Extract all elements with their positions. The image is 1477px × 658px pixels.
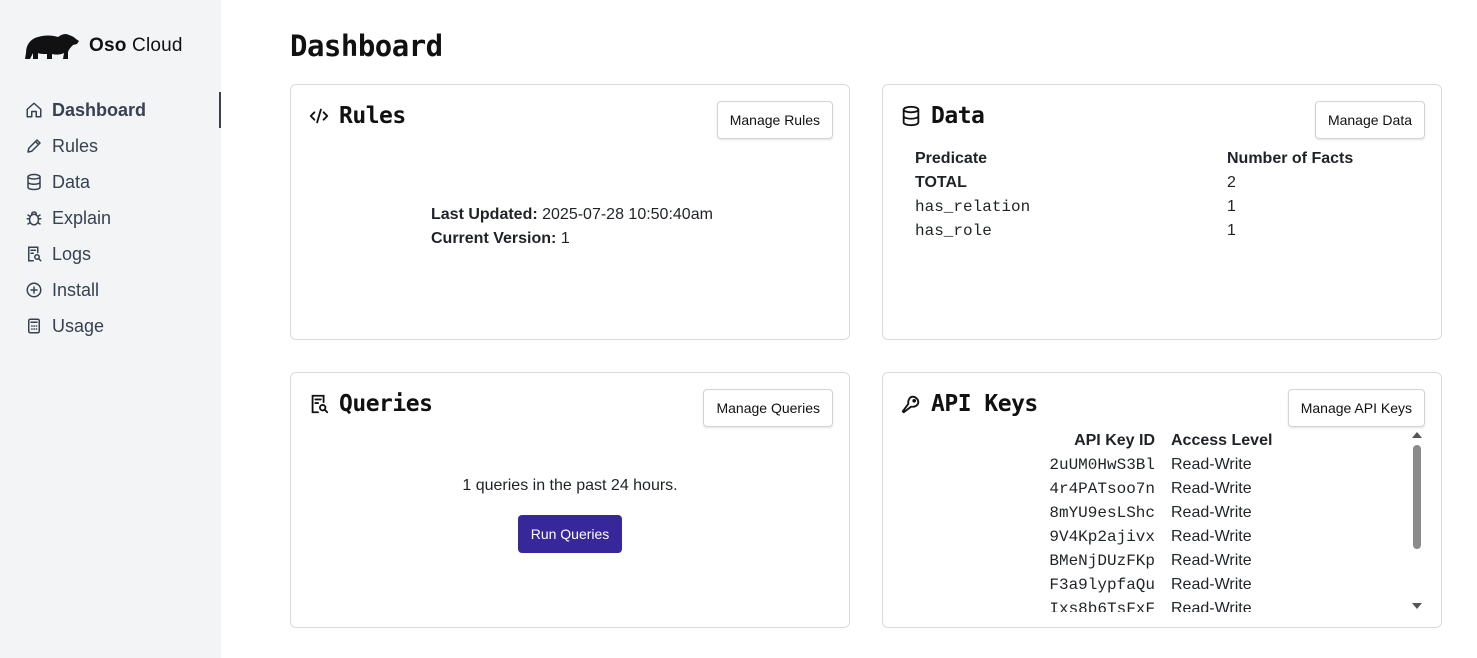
queries-card-title: Queries: [308, 391, 433, 417]
manage-queries-button[interactable]: Manage Queries: [703, 389, 833, 427]
facts-table: Predicate Number of Facts TOTAL 2 has_re…: [915, 147, 1435, 243]
sidebar-item-label: Logs: [52, 243, 92, 264]
access-level-cell: Read-Write: [1171, 456, 1252, 473]
data-card-title: Data: [900, 103, 985, 129]
queries-card: Queries Manage Queries 1 queries in the …: [290, 372, 850, 628]
sidebar-item-logs[interactable]: Logs: [0, 236, 221, 272]
key-id-cell: 8mYU9esLShc: [1049, 504, 1155, 522]
log-search-icon: [311, 394, 329, 414]
last-updated: Last Updated: 2025-07-28 10:50:40am: [431, 206, 713, 223]
table-row: 8mYU9esLShc Read-Write: [899, 501, 1409, 525]
count-cell: 1: [1227, 222, 1236, 239]
access-level-cell: Read-Write: [1171, 600, 1252, 612]
sidebar-item-label: Usage: [52, 315, 105, 336]
scroll-down-arrow-icon[interactable]: [1412, 603, 1422, 609]
table-row: 9V4Kp2ajivx Read-Write: [899, 525, 1409, 549]
sidebar-item-label: Data: [52, 171, 91, 192]
scroll-up-arrow-icon[interactable]: [1412, 432, 1422, 438]
table-row: has_role 1: [915, 219, 1435, 243]
sidebar-item-usage[interactable]: Usage: [0, 308, 221, 344]
api-keys-scroll-area[interactable]: API Key ID Access Level 2uUM0HwS3Bl Read…: [899, 429, 1425, 612]
key-icon: [901, 395, 920, 414]
database-icon: [27, 173, 41, 191]
key-id-cell: 4r4PATsoo7n: [1049, 480, 1155, 498]
table-header-row: Predicate Number of Facts: [915, 147, 1435, 171]
predicate-cell: has_relation: [915, 198, 1031, 216]
access-level-cell: Read-Write: [1171, 552, 1252, 569]
sidebar-item-explain[interactable]: Explain: [0, 200, 221, 236]
manage-api-keys-button[interactable]: Manage API Keys: [1287, 389, 1425, 427]
sidebar-item-label: Install: [52, 279, 100, 300]
table-row: BMeNjDUzFKp Read-Write: [899, 549, 1409, 573]
table-row: F3a9lypfaQu Read-Write: [899, 573, 1409, 597]
sidebar-nav: Dashboard Rules Data Explain Logs Instal…: [0, 92, 221, 344]
predicate-cell: has_role: [915, 222, 992, 240]
key-id-cell: Ixs8b6TsFxF: [1049, 600, 1155, 612]
predicate-cell: TOTAL: [915, 174, 967, 191]
table-row: has_relation 1: [915, 195, 1435, 219]
access-level-cell: Read-Write: [1171, 480, 1252, 497]
brand[interactable]: Oso Cloud: [24, 30, 183, 62]
sidebar-item-data[interactable]: Data: [0, 164, 221, 200]
data-card: Data Manage Data Predicate Number of Fac…: [882, 84, 1442, 340]
column-header-count: Number of Facts: [1227, 150, 1354, 167]
key-id-cell: F3a9lypfaQu: [1049, 576, 1155, 594]
page-title: Dashboard: [290, 29, 443, 63]
manage-data-button[interactable]: Manage Data: [1314, 101, 1425, 139]
access-level-cell: Read-Write: [1171, 504, 1252, 521]
table-header-row: API Key ID Access Level: [899, 429, 1409, 453]
key-id-cell: 9V4Kp2ajivx: [1049, 528, 1155, 546]
key-id-cell: BMeNjDUzFKp: [1049, 552, 1155, 570]
sidebar: Oso Cloud Dashboard Rules Data Explain L…: [0, 0, 221, 658]
plus-circle-icon: [26, 282, 42, 298]
api-keys-card: API Keys Manage API Keys API Key ID Acce…: [882, 372, 1442, 628]
pencil-icon: [27, 139, 41, 153]
home-icon: [26, 102, 42, 118]
database-icon: [902, 105, 920, 127]
count-cell: 1: [1227, 198, 1236, 215]
rules-info: Last Updated: 2025-07-28 10:50:40am Curr…: [431, 203, 713, 251]
column-header-key-id: API Key ID: [1074, 432, 1155, 449]
brand-name: Oso Cloud: [89, 35, 183, 56]
scrollbar-thumb[interactable]: [1413, 445, 1421, 549]
vertical-scrollbar[interactable]: [1409, 429, 1425, 612]
table-row: TOTAL 2: [915, 171, 1435, 195]
key-id-cell: 2uUM0HwS3Bl: [1049, 456, 1155, 474]
table-row: 2uUM0HwS3Bl Read-Write: [899, 453, 1409, 477]
manage-rules-button[interactable]: Manage Rules: [716, 101, 833, 139]
api-keys-table: API Key ID Access Level 2uUM0HwS3Bl Read…: [899, 429, 1409, 612]
calculator-icon: [28, 318, 40, 334]
column-header-access-level: Access Level: [1171, 432, 1273, 449]
table-row: Ixs8b6TsFxF Read-Write: [899, 597, 1409, 612]
bug-icon: [26, 211, 42, 226]
current-version: Current Version: 1: [431, 230, 570, 247]
sidebar-item-rules[interactable]: Rules: [0, 128, 221, 164]
bear-logo: [25, 33, 79, 59]
count-cell: 2: [1227, 174, 1236, 191]
sidebar-item-install[interactable]: Install: [0, 272, 221, 308]
sidebar-item-label: Rules: [52, 135, 99, 156]
run-queries-button[interactable]: Run Queries: [518, 515, 622, 553]
sidebar-item-label: Explain: [52, 207, 112, 228]
access-level-cell: Read-Write: [1171, 528, 1252, 545]
rules-card: Rules Manage Rules Last Updated: 2025-07…: [290, 84, 850, 340]
access-level-cell: Read-Write: [1171, 576, 1252, 593]
sidebar-item-label: Dashboard: [52, 99, 147, 120]
queries-summary: 1 queries in the past 24 hours.: [462, 477, 678, 494]
table-row: 4r4PATsoo7n Read-Write: [899, 477, 1409, 501]
api-keys-card-title: API Keys: [900, 391, 1038, 417]
sidebar-item-dashboard[interactable]: Dashboard: [0, 92, 221, 128]
column-header-predicate: Predicate: [915, 150, 988, 167]
rules-card-title: Rules: [308, 103, 406, 129]
code-icon: [309, 108, 329, 124]
log-search-icon: [28, 246, 42, 262]
